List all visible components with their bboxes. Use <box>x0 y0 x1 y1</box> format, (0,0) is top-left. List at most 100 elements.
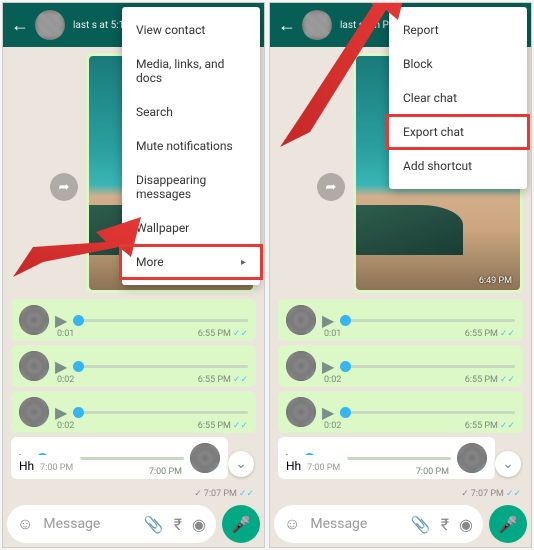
forward-icon[interactable]: ➦ <box>50 173 78 201</box>
payment-icon[interactable]: ₹ <box>441 515 449 534</box>
mic-button[interactable]: 🎤 <box>222 505 260 543</box>
sent-check-icon: ✓ <box>461 489 469 499</box>
payment-icon[interactable]: ₹ <box>174 515 182 534</box>
chevron-right-icon: ▸ <box>241 257 246 268</box>
chevron-down-icon: ⌄ <box>502 456 514 472</box>
menu-item-block[interactable]: Block <box>389 47 527 81</box>
voice-track[interactable] <box>340 319 515 322</box>
voice-timestamp: 6:55 PM✓✓ <box>465 329 515 339</box>
overflow-menu: ReportBlockClear chatExport chatAdd shor… <box>389 7 527 189</box>
mic-badge-icon: ● <box>39 417 49 427</box>
attach-icon[interactable]: 📎 <box>411 515 431 534</box>
play-icon[interactable]: ▶ <box>322 311 334 330</box>
emoji-icon[interactable]: ☺ <box>284 514 300 534</box>
read-tick-icon: ✓✓ <box>233 421 248 431</box>
voice-timestamp: 6:55 PM✓✓ <box>465 375 515 385</box>
menu-item-mute-notifications[interactable]: Mute notifications <box>122 129 260 163</box>
play-icon[interactable]: ▶ <box>55 403 67 422</box>
sent-indicator: ✓7:07 PM✓✓ <box>194 489 254 499</box>
message-timestamp: 7:00 PM <box>307 463 340 473</box>
menu-item-export-chat[interactable]: Export chat <box>389 115 527 149</box>
voice-timestamp: 6:55 PM✓✓ <box>198 375 248 385</box>
menu-item-report[interactable]: Report <box>389 13 527 47</box>
voice-duration: 0:01 <box>57 329 74 339</box>
voice-track[interactable] <box>340 411 515 414</box>
voice-track[interactable] <box>340 365 515 368</box>
voice-duration: 0:02 <box>324 375 341 385</box>
voice-message[interactable]: ● ▶ 0:02 6:55 PM✓✓ <box>11 391 256 433</box>
mic-icon: 🎤 <box>231 515 251 534</box>
scroll-down-button[interactable]: ⌄ <box>495 451 521 477</box>
menu-item-disappearing-messages[interactable]: Disappearing messages <box>122 163 260 211</box>
voice-duration: 0:01 <box>324 329 341 339</box>
voice-message[interactable]: ● ▶ 0:02 6:55 PM✓✓ <box>11 345 256 387</box>
contact-avatar[interactable] <box>302 10 332 40</box>
voice-avatar: ● <box>190 443 220 473</box>
voice-duration: 0:02 <box>324 421 341 431</box>
sent-check-icon: ✓✓ <box>239 489 254 499</box>
emoji-icon[interactable]: ☺ <box>17 514 33 534</box>
voice-progress-dot <box>73 315 84 326</box>
voice-message[interactable]: ● ▶ 0:01 6:55 PM✓✓ <box>278 299 523 341</box>
scroll-down-button[interactable]: ⌄ <box>228 451 254 477</box>
mic-badge-icon: ● <box>306 371 316 381</box>
input-bar: ☺ Message 📎 ₹ ◉ 🎤 <box>274 505 527 543</box>
message-timestamp: 7:00 PM <box>40 463 73 473</box>
sent-check-icon: ✓ <box>194 489 202 499</box>
menu-item-wallpaper[interactable]: Wallpaper <box>122 211 260 245</box>
message-placeholder: Message <box>43 516 133 532</box>
read-tick-icon: ✓✓ <box>500 421 515 431</box>
voice-timestamp: 7:00 PM <box>149 467 182 477</box>
voice-track[interactable] <box>73 411 248 414</box>
contact-avatar[interactable] <box>35 10 65 40</box>
voice-progress-dot <box>73 407 84 418</box>
voice-timestamp: 7:00 PM <box>416 467 449 477</box>
input-bar: ☺ Message 📎 ₹ ◉ 🎤 <box>7 505 260 543</box>
voice-avatar: ● <box>457 443 487 473</box>
voice-avatar: ● <box>19 397 49 427</box>
menu-item-clear-chat[interactable]: Clear chat <box>389 81 527 115</box>
camera-icon[interactable]: ◉ <box>459 515 473 534</box>
right-screen: ← last seen P ▢ ✆ ⋮ 6:49 PM ➦ ● ▶ 0:01 6… <box>269 2 532 548</box>
menu-item-search[interactable]: Search <box>122 95 260 129</box>
read-tick-icon: ✓✓ <box>500 375 515 385</box>
read-tick-icon: ✓✓ <box>233 375 248 385</box>
text-message[interactable]: Hh 7:00 PM <box>11 455 81 477</box>
menu-item-add-shortcut[interactable]: Add shortcut <box>389 149 527 183</box>
left-screen: ← last s at 5:16 ▢ ✆ ⋮ 6:49 PM ➦ ● ▶ 0:0… <box>2 2 265 548</box>
voice-progress-dot <box>340 407 351 418</box>
attach-icon[interactable]: 📎 <box>144 515 164 534</box>
voice-message[interactable]: ● ▶ 0:01 6:55 PM✓✓ <box>11 299 256 341</box>
message-timestamp: 6:49 PM <box>479 276 512 286</box>
back-icon[interactable]: ← <box>278 15 296 36</box>
voice-message[interactable]: ● ▶ 0:02 6:55 PM✓✓ <box>278 391 523 433</box>
play-icon[interactable]: ▶ <box>55 311 67 330</box>
text-message[interactable]: Hh 7:00 PM <box>278 455 348 477</box>
voice-progress-dot <box>340 361 351 372</box>
message-text: Hh <box>19 459 34 473</box>
camera-icon[interactable]: ◉ <box>192 515 206 534</box>
voice-avatar: ● <box>286 305 316 335</box>
back-icon[interactable]: ← <box>11 15 29 36</box>
mic-badge-icon: ● <box>477 463 487 473</box>
voice-track[interactable] <box>73 319 248 322</box>
mic-badge-icon: ● <box>39 325 49 335</box>
voice-track[interactable] <box>73 365 248 368</box>
sent-check-icon: ✓✓ <box>506 489 521 499</box>
overflow-menu: View contactMedia, links, and docsSearch… <box>122 7 260 285</box>
play-icon[interactable]: ▶ <box>322 357 334 376</box>
play-icon[interactable]: ▶ <box>322 403 334 422</box>
voice-duration: 0:02 <box>57 375 74 385</box>
mic-button[interactable]: 🎤 <box>489 505 527 543</box>
play-icon[interactable]: ▶ <box>55 357 67 376</box>
menu-item-view-contact[interactable]: View contact <box>122 13 260 47</box>
menu-item-more[interactable]: More▸ <box>122 245 260 279</box>
message-input[interactable]: ☺ Message 📎 ₹ ◉ <box>274 505 483 543</box>
voice-progress-dot <box>73 361 84 372</box>
sent-indicator: ✓7:07 PM✓✓ <box>461 489 521 499</box>
forward-icon[interactable]: ➦ <box>317 173 345 201</box>
menu-item-media-links-and-docs[interactable]: Media, links, and docs <box>122 47 260 95</box>
voice-message[interactable]: ● ▶ 0:02 6:55 PM✓✓ <box>278 345 523 387</box>
message-input[interactable]: ☺ Message 📎 ₹ ◉ <box>7 505 216 543</box>
voice-timestamp: 6:55 PM✓✓ <box>198 329 248 339</box>
